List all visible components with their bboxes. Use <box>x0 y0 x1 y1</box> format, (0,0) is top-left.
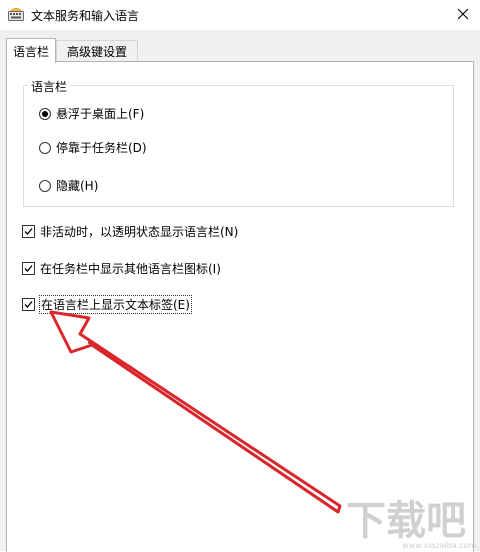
checkbox-show-text-labels[interactable]: 在语言栏上显示文本标签(E) <box>22 295 192 314</box>
checkbox-label: 非活动时，以透明状态显示语言栏(N) <box>40 225 239 239</box>
tab-label: 语言栏 <box>12 44 49 59</box>
checkbox-label: 在任务栏中显示其他语言栏图标(I) <box>40 262 221 276</box>
radio-button[interactable] <box>39 179 51 192</box>
checkbox-transparent-when-inactive[interactable]: 非活动时，以透明状态显示语言栏(N) <box>22 223 238 240</box>
checkbox[interactable] <box>22 298 35 311</box>
radio-hidden[interactable]: 隐藏(H) <box>39 177 98 194</box>
checkmark-icon <box>24 301 33 308</box>
checkmark-icon <box>24 265 33 272</box>
keyboard-app-icon <box>8 7 24 21</box>
close-icon <box>457 8 469 20</box>
tab-language-bar[interactable]: 语言栏 <box>6 38 56 63</box>
radio-button[interactable] <box>39 141 51 154</box>
radio-dock-in-taskbar[interactable]: 停靠于任务栏(D) <box>39 139 147 156</box>
tab-label: 高级键设置 <box>66 44 127 59</box>
tab-advanced-key-settings[interactable]: 高级键设置 <box>56 40 138 61</box>
watermark-logo: 下载吧 www.xiazaiba.com <box>346 498 476 550</box>
watermark-url: www.xiazaiba.com <box>402 541 476 550</box>
radio-label: 隐藏(H) <box>56 179 99 193</box>
checkmark-icon <box>24 228 33 235</box>
close-button[interactable] <box>446 0 480 28</box>
radio-label: 悬浮于桌面上(F) <box>56 107 145 121</box>
watermark-text: 下载吧 <box>346 498 466 544</box>
checkbox-show-additional-icons[interactable]: 在任务栏中显示其他语言栏图标(I) <box>22 260 221 277</box>
checkbox[interactable] <box>22 262 35 275</box>
radio-label: 停靠于任务栏(D) <box>56 141 147 155</box>
title-bar: 文本服务和输入语言 <box>0 0 480 30</box>
radio-float-on-desktop[interactable]: 悬浮于桌面上(F) <box>39 105 144 122</box>
checkbox-label: 在语言栏上显示文本标签(E) <box>39 295 192 314</box>
window-title: 文本服务和输入语言 <box>31 9 140 23</box>
radio-button[interactable] <box>39 107 51 120</box>
checkbox[interactable] <box>22 225 35 238</box>
groupbox-legend: 语言栏 <box>28 78 71 95</box>
